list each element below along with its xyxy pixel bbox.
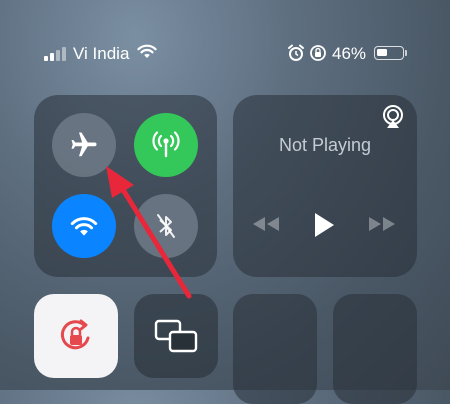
- now-playing-status: Not Playing: [278, 135, 372, 155]
- wifi-icon: [137, 43, 157, 64]
- screen-mirroring-icon: [154, 319, 198, 353]
- rewind-icon: [253, 217, 279, 231]
- bluetooth-toggle[interactable]: [134, 194, 198, 258]
- airplane-icon: [71, 132, 97, 157]
- fast-forward-icon: [369, 217, 395, 231]
- signal-icon: [44, 47, 66, 61]
- battery-icon: [374, 46, 404, 60]
- status-bar: Vi India 46%: [0, 0, 450, 63]
- play-button[interactable]: [313, 212, 335, 243]
- volume-slider[interactable]: [333, 294, 417, 404]
- play-icon: [315, 213, 334, 237]
- orientation-lock-icon: [60, 319, 90, 350]
- orientation-lock-toggle[interactable]: [34, 294, 118, 378]
- brightness-slider[interactable]: [233, 294, 317, 404]
- alarm-icon: [287, 44, 305, 67]
- bluetooth-off-icon: [157, 214, 175, 238]
- battery-level: [377, 49, 387, 56]
- airplay-icon[interactable]: [380, 104, 406, 135]
- airplane-mode-toggle[interactable]: [52, 113, 116, 177]
- wifi-toggle[interactable]: [52, 194, 116, 258]
- battery-percentage: 46%: [332, 44, 367, 63]
- cellular-data-toggle[interactable]: [134, 113, 198, 177]
- previous-track-button[interactable]: [252, 216, 280, 237]
- cellular-antenna-icon: [152, 131, 180, 158]
- wifi-icon: [70, 217, 98, 236]
- carrier-name: Vi India: [73, 44, 130, 63]
- battery-cap: [405, 50, 407, 56]
- next-track-button[interactable]: [368, 216, 396, 237]
- screen-mirroring-button[interactable]: [134, 294, 218, 378]
- rotation-lock-icon: [309, 44, 327, 67]
